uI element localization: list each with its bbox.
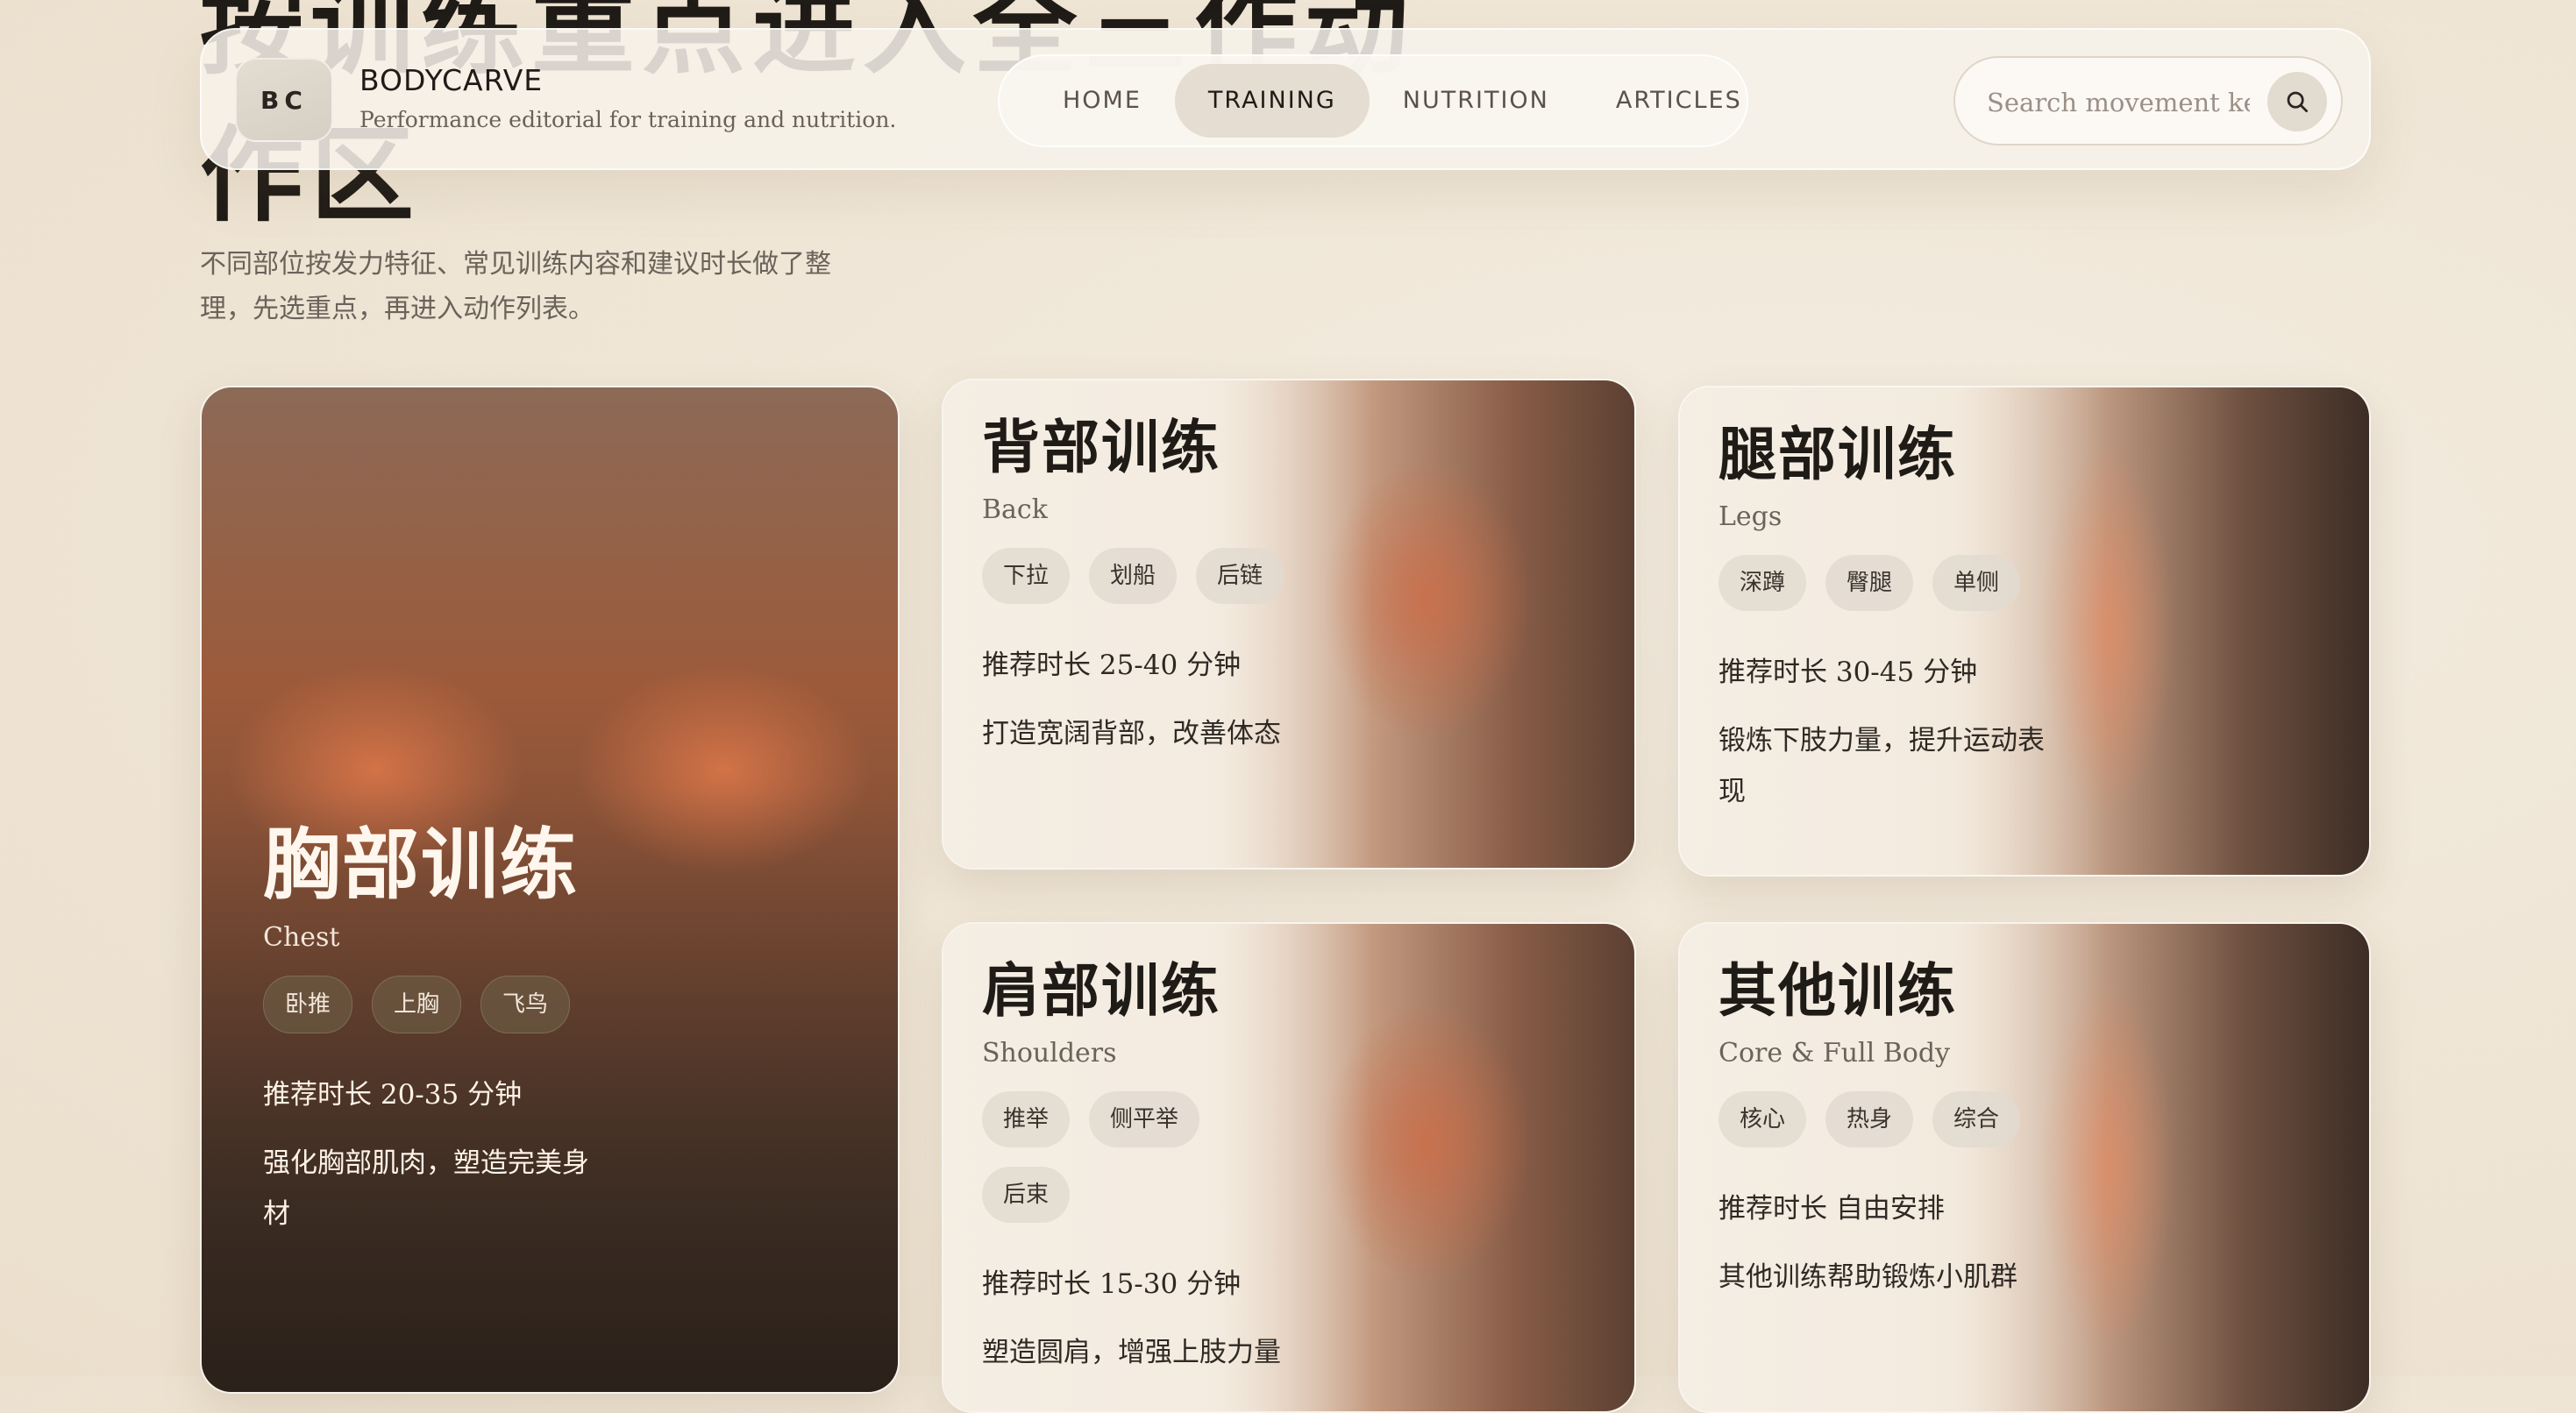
card-subtitle: Core & Full Body [1719,1038,1951,1069]
card-subtitle: Shoulders [982,1038,1117,1069]
card-tags: 核心 热身 综合 [1719,1091,2052,1147]
card-chest[interactable]: 胸部训练 Chest 卧推 上胸 飞鸟 推荐时长 20-35 分钟 强化胸部肌肉… [200,386,900,1394]
tag[interactable]: 臀腿 [1825,555,1914,611]
logo-badge[interactable]: BC [235,58,333,142]
search-input[interactable] [1985,79,2252,126]
tag[interactable]: 核心 [1719,1091,1807,1147]
card-back[interactable]: 背部训练 Back 下拉 划船 后链 推荐时长 25-40 分钟 打造宽阔背部，… [942,379,1636,870]
card-description: 打造宽阔背部，改善体态 [982,718,1281,749]
card-description: 强化胸部肌肉，塑造完美身材 [263,1147,589,1230]
card-duration: 推荐时长 自由安排 [1719,1193,1945,1225]
tag[interactable]: 卧推 [263,976,353,1033]
nav-nutrition[interactable]: NUTRITION [1370,64,1583,138]
tag[interactable]: 飞鸟 [480,976,571,1033]
card-description: 塑造圆肩，增强上肢力量 [982,1337,1281,1368]
tag[interactable]: 下拉 [982,548,1071,604]
main-nav: HOME TRAINING NUTRITION ARTICLES [998,54,1748,147]
tag[interactable]: 上胸 [372,976,462,1033]
search-button[interactable] [2267,72,2327,131]
nav-articles[interactable]: ARTICLES [1583,64,1775,138]
card-tags: 推举 侧平举 后束 [982,1091,1210,1223]
tag[interactable]: 侧平举 [1089,1091,1200,1147]
card-description: 锻炼下肢力量，提升运动表现 [1719,725,2045,807]
card-description: 其他训练帮助锻炼小肌群 [1719,1261,2017,1293]
card-tags: 下拉 划船 后链 [982,548,1315,604]
card-title: 腿部训练 [1719,421,1957,488]
card-subtitle: Back [982,494,1048,525]
tag[interactable]: 深蹲 [1719,555,1807,611]
card-duration: 推荐时长 25-40 分钟 [982,650,1242,681]
tag[interactable]: 划船 [1089,548,1178,604]
card-subtitle: Chest [263,922,340,953]
tag[interactable]: 推举 [982,1091,1071,1147]
brand-name[interactable]: BODYCARVE [359,63,543,97]
card-duration: 推荐时长 30-45 分钟 [1719,657,1978,688]
card-duration: 推荐时长 15-30 分钟 [982,1268,1242,1300]
card-tags: 卧推 上胸 飞鸟 [263,976,596,1033]
card-legs[interactable]: 腿部训练 Legs 深蹲 臀腿 单侧 推荐时长 30-45 分钟 锻炼下肢力量，… [1678,386,2371,877]
card-subtitle: Legs [1719,501,1783,532]
tag[interactable]: 单侧 [1932,555,2021,611]
card-other[interactable]: 其他训练 Core & Full Body 核心 热身 综合 推荐时长 自由安排… [1678,922,2371,1413]
tag[interactable]: 后束 [982,1167,1071,1223]
brand-tagline: Performance editorial for training and n… [359,107,897,132]
tag[interactable]: 综合 [1932,1091,2021,1147]
tag[interactable]: 热身 [1825,1091,1914,1147]
page-description: 不同部位按发力特征、常见训练内容和建议时长做了整理，先选重点，再进入动作列表。 [200,249,831,324]
card-shoulders[interactable]: 肩部训练 Shoulders 推举 侧平举 后束 推荐时长 15-30 分钟 塑… [942,922,1636,1413]
card-title: 其他训练 [1719,957,1957,1025]
nav-home[interactable]: HOME [1029,64,1175,138]
top-navbar: BC BODYCARVE Performance editorial for t… [200,28,2371,170]
card-tags: 深蹲 臀腿 单侧 [1719,555,2052,611]
search-icon [2287,91,2308,112]
card-duration: 推荐时长 20-35 分钟 [263,1079,523,1111]
card-title: 肩部训练 [982,957,1220,1025]
tag[interactable]: 后链 [1196,548,1284,604]
nav-training[interactable]: TRAINING [1174,64,1370,138]
card-title: 胸部训练 [263,820,580,910]
search-box [1953,56,2343,146]
card-title: 背部训练 [982,414,1220,481]
